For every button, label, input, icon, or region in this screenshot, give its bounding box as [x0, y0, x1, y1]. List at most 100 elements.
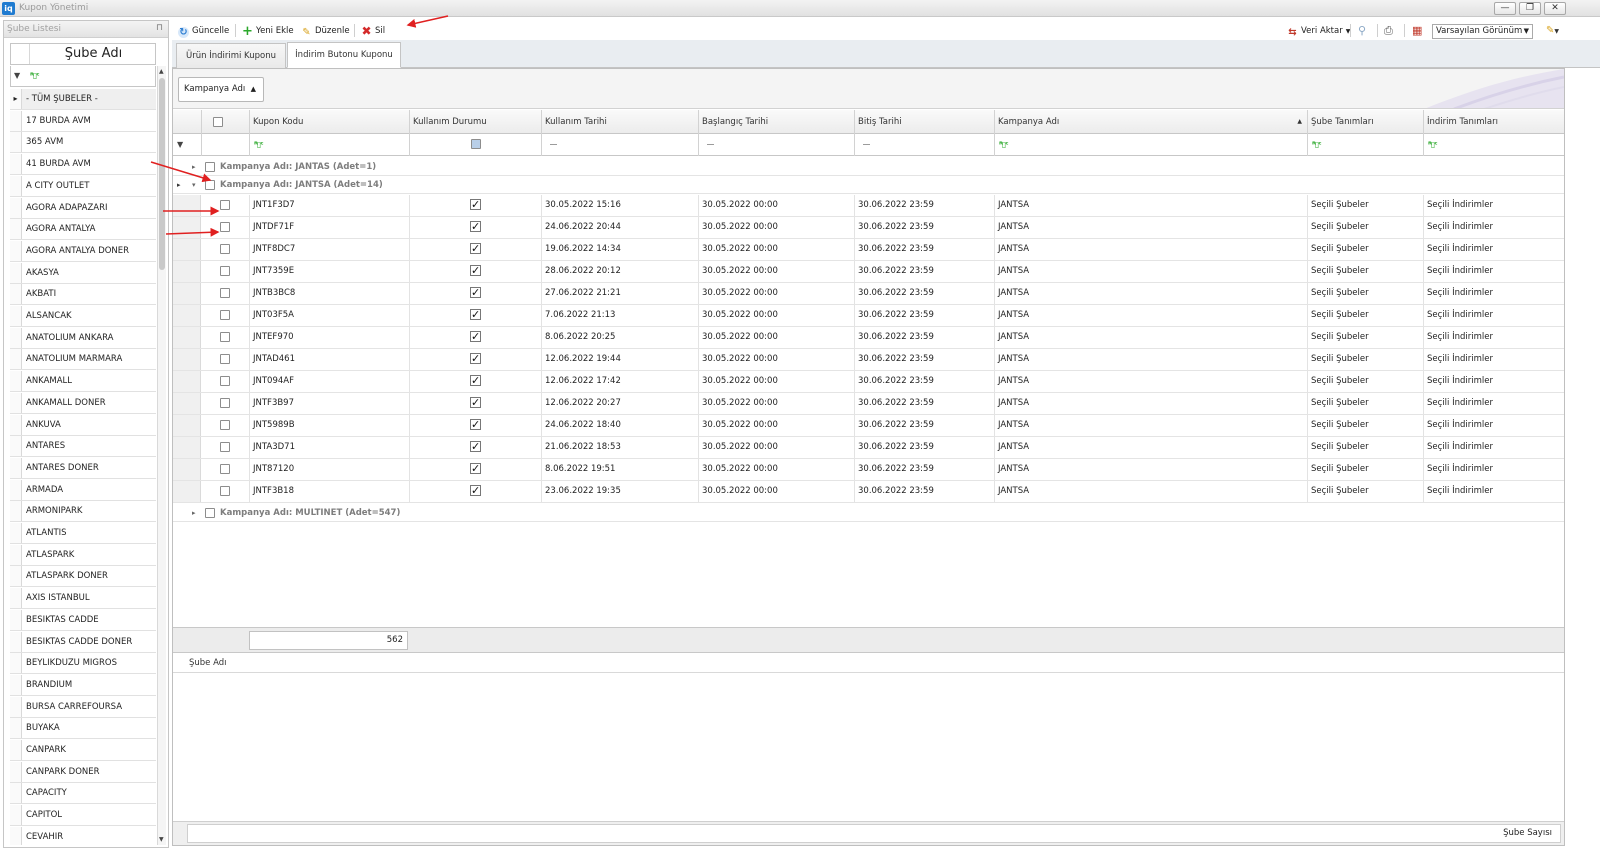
usage-checkbox[interactable]: ✓ — [470, 243, 481, 254]
usage-checkbox[interactable]: ✓ — [470, 419, 481, 430]
close-button[interactable]: ✕ — [1544, 2, 1566, 15]
group-checkbox[interactable] — [205, 508, 215, 518]
row-select-checkbox[interactable] — [220, 200, 230, 210]
table-row[interactable]: JNT094AF ✓ 12.06.2022 17:42 30.05.2022 00:0… — [173, 371, 1564, 393]
cell-usage-status[interactable]: ✓ — [409, 261, 541, 282]
table-row[interactable]: JNT5989B ✓ 24.06.2022 18:40 30.05.2022 00:0… — [173, 415, 1564, 437]
scroll-up-icon[interactable]: ▲ — [159, 68, 164, 75]
add-button[interactable]: + Yeni Ekle — [242, 23, 294, 39]
cell-usage-status[interactable]: ✓ — [409, 459, 541, 480]
minimize-button[interactable]: — — [1494, 2, 1516, 15]
branch-list-item[interactable]: ATLASPARK DONER — [10, 566, 156, 588]
branch-list-item[interactable]: AGORA ANTALYA — [10, 219, 156, 241]
cell-usage-status[interactable]: ✓ — [409, 393, 541, 414]
table-row[interactable]: JNT1F3D7 ✓ 30.05.2022 15:16 30.05.2022 00:0… — [173, 195, 1564, 217]
branch-list-item[interactable]: CANPARK DONER — [10, 761, 156, 783]
table-row[interactable]: JNTAD461 ✓ 12.06.2022 19:44 30.05.2022 00:0… — [173, 349, 1564, 371]
table-row[interactable]: JNTF3B18 ✓ 23.06.2022 19:35 30.05.2022 00:0… — [173, 481, 1564, 503]
column-header-end-date[interactable]: Bitiş Tarihi — [854, 110, 994, 134]
usage-checkbox[interactable]: ✓ — [470, 265, 481, 276]
cell-usage-status[interactable]: ✓ — [409, 283, 541, 304]
usage-checkbox[interactable]: ✓ — [470, 485, 481, 496]
scroll-down-icon[interactable]: ▼ — [159, 836, 164, 843]
group-row[interactable]: ▾ ▸ Kampanya Adı: JANTSA (Adet=14) — [173, 177, 1564, 194]
table-row[interactable]: JNTB3BC8 ✓ 27.06.2022 21:21 30.05.2022 00:0… — [173, 283, 1564, 305]
expand-icon[interactable]: ▸ — [192, 159, 196, 176]
branch-list-item[interactable]: AGORA ANTALYA DONER — [10, 240, 156, 262]
filter-cell-coupon-code[interactable]: ᴿ▯ᶜ — [249, 134, 409, 156]
filter-cell-start-date[interactable] — [698, 134, 854, 156]
print-icon[interactable]: ⎙ — [1384, 23, 1393, 39]
filter-cell-usage-date[interactable] — [541, 134, 698, 156]
branch-list-item[interactable]: 41 BURDA AVM — [10, 154, 156, 176]
usage-checkbox[interactable]: ✓ — [470, 397, 481, 408]
branch-list-item[interactable]: ANKAMALL — [10, 371, 156, 393]
cell-usage-status[interactable]: ✓ — [409, 437, 541, 458]
cell-usage-status[interactable]: ✓ — [409, 371, 541, 392]
group-row[interactable]: ▸ Kampanya Adı: JANTAS (Adet=1) — [173, 159, 1564, 176]
cell-usage-status[interactable]: ✓ — [409, 305, 541, 326]
refresh-button[interactable]: ↻ Güncelle — [178, 23, 229, 39]
cell-usage-status[interactable]: ✓ — [409, 239, 541, 260]
scroll-thumb[interactable] — [159, 78, 165, 270]
filter-cell-campaign-name[interactable]: ᴿ▯ᶜ — [994, 134, 1307, 156]
row-select-checkbox[interactable] — [220, 420, 230, 430]
branch-list-item[interactable]: BUYAKA — [10, 718, 156, 740]
restore-button[interactable]: ❐ — [1519, 2, 1541, 15]
layout-icon[interactable]: ▦ — [1412, 23, 1422, 39]
column-header-start-date[interactable]: Başlangıç Tarihi — [698, 110, 854, 134]
usage-checkbox[interactable]: ✓ — [470, 287, 481, 298]
branch-list-item[interactable]: ALSANCAK — [10, 306, 156, 327]
tab-product-discount-coupon[interactable]: Ürün İndirimi Kuponu — [176, 43, 286, 68]
column-header-campaign-name[interactable]: Kampanya Adı ▲ — [994, 110, 1307, 134]
branch-list-item[interactable]: AGORA ADAPAZARI — [10, 197, 156, 219]
usage-checkbox[interactable]: ✓ — [470, 199, 481, 210]
table-row[interactable]: JNT7359E ✓ 28.06.2022 20:12 30.05.2022 00:0… — [173, 261, 1564, 283]
detail-grid-header[interactable]: Şube Adı — [173, 653, 1564, 673]
usage-checkbox[interactable]: ✓ — [470, 375, 481, 386]
branch-name-column-header[interactable]: Şube Adı — [10, 43, 156, 65]
delete-button[interactable]: ✖ Sil — [361, 23, 385, 39]
auto-filter-row[interactable]: ▼ ᴿ▯ᶜ ᴿ▯ᶜ ᴿ▯ᶜ ᴿ▯ᶜ — [173, 134, 1564, 156]
row-select-checkbox[interactable] — [220, 288, 230, 298]
edit-button[interactable]: ✎ Düzenle — [301, 23, 349, 39]
expand-icon[interactable]: ▸ — [192, 505, 196, 522]
branch-list-item[interactable]: ARMONIPARK — [10, 501, 156, 523]
branch-list-item[interactable]: BESIKTAS CADDE — [10, 609, 156, 631]
tab-discount-button-coupon[interactable]: İndirim Butonu Kuponu — [287, 42, 401, 68]
table-row[interactable]: JNTF8DC7 ✓ 19.06.2022 14:34 30.05.2022 00:0… — [173, 239, 1564, 261]
export-button[interactable]: ⇆ Veri Aktar ▼ — [1287, 23, 1350, 39]
row-select-checkbox[interactable] — [220, 354, 230, 364]
branch-list-item[interactable]: A CITY OUTLET — [10, 175, 156, 197]
branch-list-item[interactable]: CANPARK — [10, 740, 156, 761]
row-select-checkbox[interactable] — [220, 486, 230, 496]
branch-list-item[interactable]: ANATOLIUM MARMARA — [10, 349, 156, 371]
branch-list-item[interactable]: ANKUVA — [10, 414, 156, 436]
branch-list-item[interactable]: 17 BURDA AVM — [10, 110, 156, 132]
collapse-icon[interactable]: ▾ — [192, 177, 196, 194]
table-row[interactable]: JNTA3D71 ✓ 21.06.2022 18:53 30.05.2022 00:0… — [173, 437, 1564, 459]
row-select-checkbox[interactable] — [220, 266, 230, 276]
cell-usage-status[interactable]: ✓ — [409, 327, 541, 348]
branch-list-item[interactable]: CEVAHIR — [10, 826, 156, 845]
branch-list-item[interactable]: BURSA CARREFOURSA — [10, 696, 156, 718]
row-select-checkbox[interactable] — [220, 244, 230, 254]
branch-list-item[interactable]: 365 AVM — [10, 132, 156, 154]
row-select-checkbox[interactable] — [220, 310, 230, 320]
table-row[interactable]: JNT87120 ✓ 8.06.2022 19:51 30.05.2022 00:00… — [173, 459, 1564, 481]
branch-list-item[interactable]: CAPITOL — [10, 805, 156, 827]
search-icon[interactable]: ⚲ — [1358, 23, 1366, 39]
branch-list-item[interactable]: ANTARES DONER — [10, 457, 156, 479]
filter-cell-discount-definitions[interactable]: ᴿ▯ᶜ — [1423, 134, 1564, 156]
group-by-chip[interactable]: Kampanya Adı ▲ — [178, 77, 264, 102]
group-checkbox[interactable] — [205, 162, 215, 172]
cell-usage-status[interactable]: ✓ — [409, 217, 541, 238]
row-select-checkbox[interactable] — [220, 376, 230, 386]
branch-list-item[interactable]: AKASYA — [10, 262, 156, 284]
cell-usage-status[interactable]: ✓ — [409, 481, 541, 502]
table-row[interactable]: JNTF3B97 ✓ 12.06.2022 20:27 30.05.2022 00:0… — [173, 393, 1564, 415]
cell-usage-status[interactable]: ✓ — [409, 349, 541, 370]
filter-cell-usage-status[interactable] — [409, 134, 541, 156]
usage-checkbox[interactable]: ✓ — [470, 309, 481, 320]
branch-list-item[interactable]: ANKAMALL DONER — [10, 392, 156, 414]
